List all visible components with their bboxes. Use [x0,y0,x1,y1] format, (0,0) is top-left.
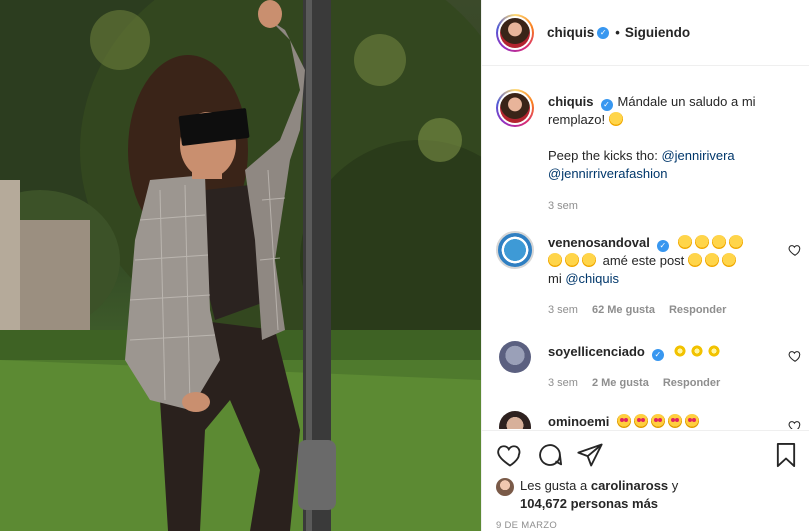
laugh-emoji-icon [704,253,719,267]
comment-heart-icon[interactable] [788,349,802,363]
heart-eyes-emoji-icon [685,414,700,428]
heart-eyes-emoji-icon [634,414,649,428]
following-button[interactable]: Siguiendo [625,25,690,40]
likes-conjunction: y [671,478,679,493]
post-date[interactable]: 9 DE MARZO [496,520,557,531]
likes-summary: Les gusta a carolinaross y 104,672 perso… [496,477,796,513]
comment-text: amé este post [602,253,685,268]
heart-eyes-emoji-icon [651,414,666,428]
sparkle-emoji-icon [673,344,688,358]
laugh-emoji-icon [694,235,709,249]
comment-username[interactable]: ominoemi [548,414,609,429]
heart-icon[interactable] [496,441,524,469]
reply-button[interactable]: Responder [663,374,720,392]
reply-button[interactable]: Responder [669,301,726,319]
heart-eyes-emoji-icon [617,414,632,428]
grin-emoji-icon [608,112,623,126]
comment-username[interactable]: venenosandoval [548,235,650,250]
liker-username[interactable]: carolinaross [591,478,668,493]
post-actions-section: Les gusta a carolinaross y 104,672 perso… [482,430,809,531]
comment-item: ominoemi [496,411,801,429]
verified-icon: ✓ [656,240,669,252]
comment-heart-icon[interactable] [788,419,802,429]
heart-eyes-emoji-icon [668,414,683,428]
author-username[interactable]: chiquis [547,25,594,40]
verified-icon: ✓ [651,349,664,361]
comment-username[interactable]: soyellicenciado [548,344,645,359]
action-buttons [496,441,802,471]
comment-heart-icon[interactable] [788,243,802,257]
post-photo[interactable] [0,0,481,531]
bookmark-icon[interactable] [772,441,800,469]
verified-icon: ✓ [597,26,610,39]
comment-likes[interactable]: 62 Me gusta [592,301,655,319]
sparkle-emoji-icon [707,344,722,358]
comment-avatar[interactable] [499,411,531,429]
mention-link[interactable]: @jennirivera [661,148,734,163]
likes-count[interactable]: 104,672 personas más [520,496,658,511]
comment-item: venenosandoval ✓ amé este post mi @chiqui… [496,231,801,319]
caption-time[interactable]: 3 sem [548,197,578,215]
laugh-emoji-icon [687,253,702,267]
liker-avatar[interactable] [496,478,514,496]
comments-list[interactable]: chiquis ✓ Mándale un saludo a mi remplazo!… [482,67,809,429]
author-avatar[interactable] [496,13,534,52]
laugh-emoji-icon [721,253,736,267]
caption-text-2: Peep the kicks tho: [548,148,658,163]
caption-username[interactable]: chiquis [548,94,594,109]
verified-icon: ✓ [600,99,613,111]
laugh-emoji-icon [711,235,726,249]
comment-likes[interactable]: 2 Me gusta [592,374,649,392]
post-side-panel: chiquis ✓ • Siguiendo chiquis ✓ Mándale un… [481,0,809,531]
comment-item: soyellicenciado ✓ 3 sem 2 Me gusta Respon… [496,341,801,392]
laugh-emoji-icon [582,253,596,267]
comment-text-2: mi [548,271,562,286]
likes-prefix: Les gusta a [520,478,588,493]
comment-icon[interactable] [536,441,564,469]
laugh-emoji-icon [728,235,743,249]
post-header: chiquis ✓ • Siguiendo [482,0,809,66]
laugh-emoji-icon [548,253,562,267]
comment-time[interactable]: 3 sem [548,301,578,319]
photo-scene [0,0,481,531]
mention-link[interactable]: @chiquis [565,271,619,286]
separator: • [615,25,620,40]
comment-avatar[interactable] [499,341,531,373]
laugh-emoji-icon [565,253,579,267]
caption: chiquis ✓ Mándale un saludo a mi remplazo!… [496,89,796,215]
share-icon[interactable] [576,441,604,469]
mention-link[interactable]: @jennirriverafashion [548,166,667,181]
caption-avatar[interactable] [496,89,534,127]
laugh-emoji-icon [677,235,692,249]
comment-avatar[interactable] [496,231,534,269]
sparkle-emoji-icon [690,344,705,358]
comment-time[interactable]: 3 sem [548,374,578,392]
